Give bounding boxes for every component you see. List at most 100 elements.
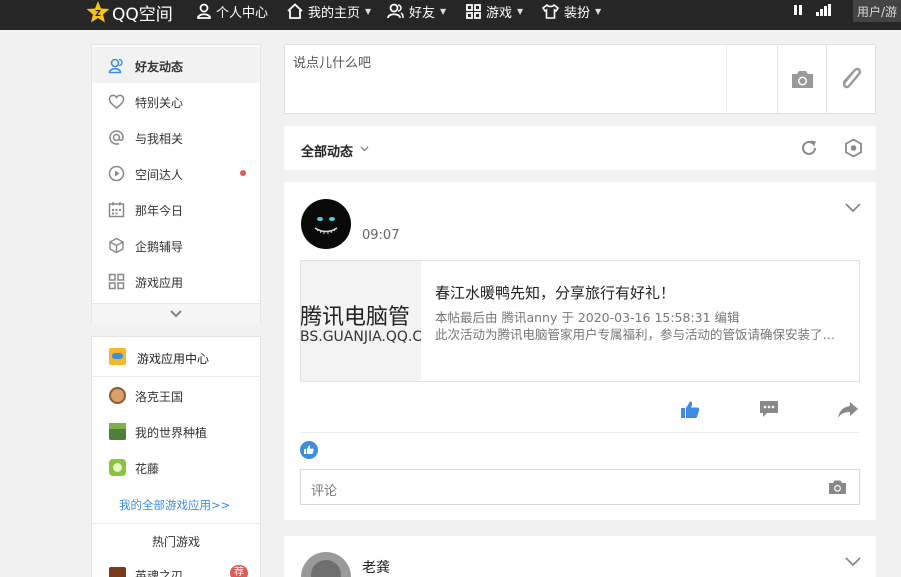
nav-label: 好友 <box>409 5 436 21</box>
chevron-down-icon[interactable] <box>845 203 861 213</box>
refresh-icon[interactable] <box>800 139 818 157</box>
signal-bars-icon[interactable] <box>816 4 832 16</box>
game-item-huateng[interactable]: 花藤 <box>92 449 260 485</box>
hot-games-divider <box>92 523 260 524</box>
sidebar-item-related-to-me[interactable]: 与我相关 <box>92 119 260 155</box>
game-item-roco-kingdom[interactable]: 洛克王国 <box>92 377 260 413</box>
thumbnail-url: BS.GUANJIA.QQ.C <box>301 329 421 345</box>
nav-games[interactable]: 游戏 ▼ <box>466 0 523 22</box>
sidebar-item-label: 游戏应用 <box>135 276 184 290</box>
notification-dot <box>240 170 246 176</box>
sidebar-item-game-apps[interactable]: 游戏应用 <box>92 263 260 299</box>
hot-game-icon <box>109 567 126 577</box>
pause-icon[interactable] <box>793 5 803 15</box>
calendar-icon <box>108 202 125 218</box>
minecraft-farm-icon <box>109 423 126 440</box>
camera-icon[interactable] <box>828 479 847 495</box>
avatar[interactable] <box>301 552 351 577</box>
sidebar-item-label: 那年今日 <box>135 204 184 218</box>
nav-label: 个人中心 <box>216 5 269 21</box>
feed-filter-bar: 全部动态 <box>284 126 876 170</box>
sidebar-item-on-this-day[interactable]: 那年今日 <box>92 191 260 227</box>
chevron-down-icon <box>170 310 182 318</box>
huateng-icon <box>109 459 126 476</box>
feed-post: 09:07 腾讯电脑管 BS.GUANJIA.QQ.C 春江水暖鸭先知，分享旅行… <box>284 182 876 520</box>
link-title: 春江水暖鸭先知，分享旅行有好礼！ <box>435 284 676 302</box>
person-icon <box>197 3 211 19</box>
sidebar-nav: 好友动态 特别关心 与我相关 空间达人 那年今日 企鹅辅导 游戏应用 <box>91 44 261 325</box>
composer-divider <box>777 45 778 113</box>
chevron-down-icon <box>360 146 369 152</box>
liked-badge-icon <box>300 441 318 459</box>
share-icon[interactable] <box>837 401 859 419</box>
sidebar-item-penguin-tutoring[interactable]: 企鹅辅导 <box>92 227 260 263</box>
nav-decorate[interactable]: 装扮 ▼ <box>542 0 601 22</box>
post-author[interactable]: 老龚 <box>362 557 390 577</box>
composer-placeholder: 说点儿什么吧 <box>293 56 372 71</box>
post-time: 09:07 <box>362 228 400 243</box>
game-center-icon <box>109 348 126 365</box>
logo-text: QQ空间 <box>112 4 173 25</box>
grid-icon <box>466 3 481 19</box>
nav-label: 游戏 <box>486 5 513 21</box>
recommend-badge: 荐 <box>230 565 248 577</box>
chevron-down-icon[interactable] <box>845 557 861 567</box>
hot-game-item[interactable]: 英魂之刃 荐 <box>92 559 260 577</box>
chevron-down-icon: ▼ <box>440 6 447 16</box>
like-icon[interactable] <box>680 400 700 419</box>
shared-link-card[interactable]: 腾讯电脑管 BS.GUANJIA.QQ.C 春江水暖鸭先知，分享旅行有好礼！ 本… <box>300 260 860 382</box>
game-center-label: 游戏应用中心 <box>137 352 210 366</box>
chevron-down-icon: ▼ <box>365 6 372 16</box>
sidebar-item-label: 特别关心 <box>135 96 184 110</box>
composer-divider <box>826 45 827 113</box>
settings-icon[interactable] <box>844 138 863 158</box>
action-divider <box>300 432 860 433</box>
comment-input[interactable]: 评论 <box>300 469 860 505</box>
feed-filter-dropdown[interactable]: 全部动态 <box>284 126 384 170</box>
avatar[interactable] <box>301 199 351 249</box>
friends-icon <box>387 3 404 19</box>
play-circle-icon <box>108 165 125 182</box>
sidebar-item-friends-feed[interactable]: 好友动态 <box>92 47 260 83</box>
sidebar-item-label: 好友动态 <box>135 60 184 74</box>
comment-icon[interactable] <box>759 400 779 419</box>
status-composer[interactable]: 说点儿什么吧 <box>284 44 876 114</box>
game-center-header[interactable]: 游戏应用中心 <box>92 337 260 377</box>
sidebar-item-label: 企鹅辅导 <box>135 240 184 254</box>
composer-divider <box>726 45 727 113</box>
sidebar-expand-button[interactable] <box>92 303 260 325</box>
nav-label: 装扮 <box>564 5 591 21</box>
cat-face-icon <box>314 217 338 234</box>
hot-games-title: 热门游戏 <box>152 535 201 549</box>
attachment-icon[interactable] <box>838 65 864 93</box>
star-logo-icon: Z <box>86 1 110 23</box>
nav-my-homepage[interactable]: 我的主页 ▼ <box>287 0 371 22</box>
comment-placeholder: 评论 <box>311 484 338 499</box>
top-nav-bar: Z QQ空间 个人中心 我的主页 ▼ 好友 ▼ 游戏 ▼ 装扮 ▼ 用户/游 <box>0 0 901 30</box>
game-item-minecraft-farm[interactable]: 我的世界种植 <box>92 413 260 449</box>
games-panel: 游戏应用中心 洛克王国 我的世界种植 花藤 我的全部游戏应用>> 热门游戏 英魂… <box>91 336 261 577</box>
friends-feed-icon <box>108 58 123 74</box>
hot-game-label: 英魂之刃 <box>135 569 184 577</box>
roco-kingdom-icon <box>109 387 126 404</box>
at-icon <box>109 130 124 145</box>
sidebar-item-space-expert[interactable]: 空间达人 <box>92 155 260 191</box>
nav-label: 我的主页 <box>308 5 361 21</box>
cube-icon <box>109 237 124 254</box>
link-thumbnail: 腾讯电脑管 BS.GUANJIA.QQ.C <box>301 261 421 381</box>
link-description: 此次活动为腾讯电脑管家用户专属福利，参与活动的管饭请确保安装了电脑管家 <box>435 327 841 342</box>
nav-personal-center[interactable]: 个人中心 <box>197 0 268 22</box>
all-game-apps-link[interactable]: 我的全部游戏应用>> <box>119 497 230 513</box>
game-item-label: 花藤 <box>135 462 160 476</box>
nav-friends[interactable]: 好友 ▼ <box>387 0 446 22</box>
heart-icon <box>108 94 125 109</box>
apps-icon <box>108 273 125 290</box>
game-item-label: 洛克王国 <box>135 390 184 404</box>
qzone-logo[interactable]: Z QQ空间 <box>86 0 173 25</box>
camera-icon[interactable] <box>790 69 815 90</box>
sidebar-item-special-care[interactable]: 特别关心 <box>92 83 260 119</box>
game-item-label: 我的世界种植 <box>135 426 208 440</box>
thumbnail-title: 腾讯电脑管 <box>301 305 411 330</box>
chevron-down-icon: ▼ <box>595 6 602 16</box>
user-menu[interactable]: 用户/游 <box>853 0 901 22</box>
